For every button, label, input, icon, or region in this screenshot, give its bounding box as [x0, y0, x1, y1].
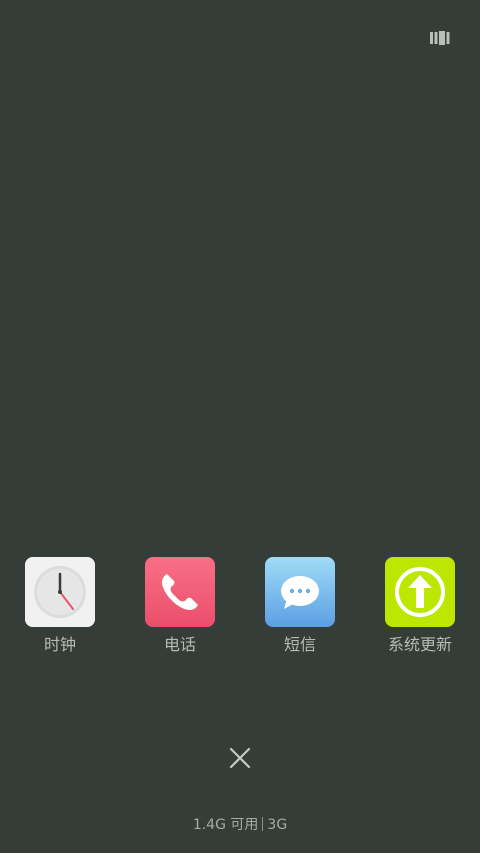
close-icon	[229, 747, 251, 769]
app-clock[interactable]: 时钟	[0, 557, 120, 655]
clear-all-button[interactable]	[225, 743, 255, 773]
app-messages[interactable]: 短信	[240, 557, 360, 655]
grid-view-icon	[430, 31, 450, 45]
message-bubble-icon	[265, 557, 335, 627]
app-label-phone: 电话	[163, 635, 196, 654]
app-system-update[interactable]: 系统更新	[360, 557, 480, 655]
memory-status: 1.4G 可用 3G	[0, 815, 480, 835]
recent-apps-row: 时钟 电话 短信 系统更新	[0, 557, 480, 667]
app-phone[interactable]: 电话	[120, 557, 240, 655]
view-toggle-button[interactable]	[430, 30, 452, 46]
memory-available: 1.4G 可用	[192, 817, 259, 833]
phone-icon	[145, 557, 215, 627]
app-label-system-update: 系统更新	[387, 635, 452, 654]
app-label-messages: 短信	[283, 635, 316, 654]
network-type: 3G	[267, 817, 288, 833]
arrow-up-circle-icon	[385, 557, 455, 627]
clock-icon	[25, 557, 95, 627]
status-divider	[262, 817, 264, 831]
app-label-clock: 时钟	[43, 635, 76, 654]
